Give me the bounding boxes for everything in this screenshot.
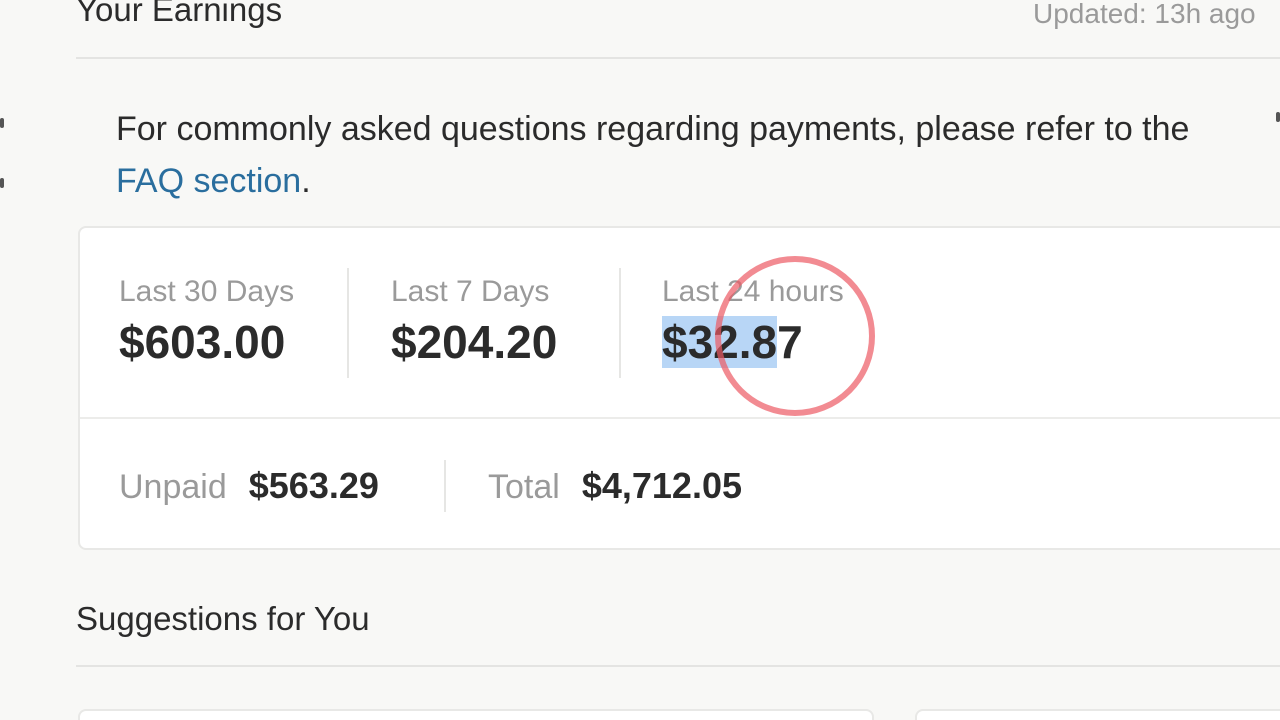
total-value: $4,712.05 [581,465,742,506]
total-label: Total [488,468,560,506]
stat-label: Last 7 Days [391,275,550,308]
left-edge-marker [0,178,4,188]
stat-label: Last 24 hours [662,275,844,308]
unpaid-summary: Unpaid $563.29 [119,462,379,518]
updated-timestamp: Updated: 13h ago [1033,0,1256,29]
right-edge-marker [1276,112,1280,122]
stat-last-24-hours: Last 24 hours $32.87 [662,274,844,372]
notice-text: For commonly asked questions regarding p… [116,110,1190,148]
earnings-summary-card: Last 30 Days $603.00 Last 7 Days $204.20… [78,226,1280,550]
left-edge-marker [0,118,4,128]
stat-value[interactable]: $32.87 [662,312,844,372]
suggestions-title: Suggestions for You [76,600,370,637]
notice-text-end: . [301,162,311,200]
stat-value: $204.20 [391,316,558,368]
stat-value: $603.00 [119,316,286,368]
summary-separator [444,460,446,512]
suggestion-card[interactable] [78,709,874,720]
stat-label: Last 30 Days [119,275,295,308]
stat-last-7-days: Last 7 Days $204.20 [391,274,557,372]
header-divider [76,57,1280,59]
payments-faq-notice: For commonly asked questions regarding p… [116,103,1236,207]
unpaid-value: $563.29 [248,465,379,506]
stat-value-rest: 7 [777,316,803,368]
total-summary: Total $4,712.05 [488,462,742,518]
stat-separator [347,268,349,378]
suggestion-card[interactable] [915,709,1280,720]
unpaid-label: Unpaid [119,468,227,506]
faq-link[interactable]: FAQ section [116,162,301,200]
card-divider [80,417,1280,419]
suggestions-divider [76,665,1280,667]
earnings-page: Your Earnings Updated: 13h ago For commo… [0,0,1280,720]
selected-text[interactable]: $32.8 [662,316,778,368]
stat-last-30-days: Last 30 Days $603.00 [119,274,294,372]
page-title: Your Earnings [76,0,283,28]
stat-separator [619,268,621,378]
